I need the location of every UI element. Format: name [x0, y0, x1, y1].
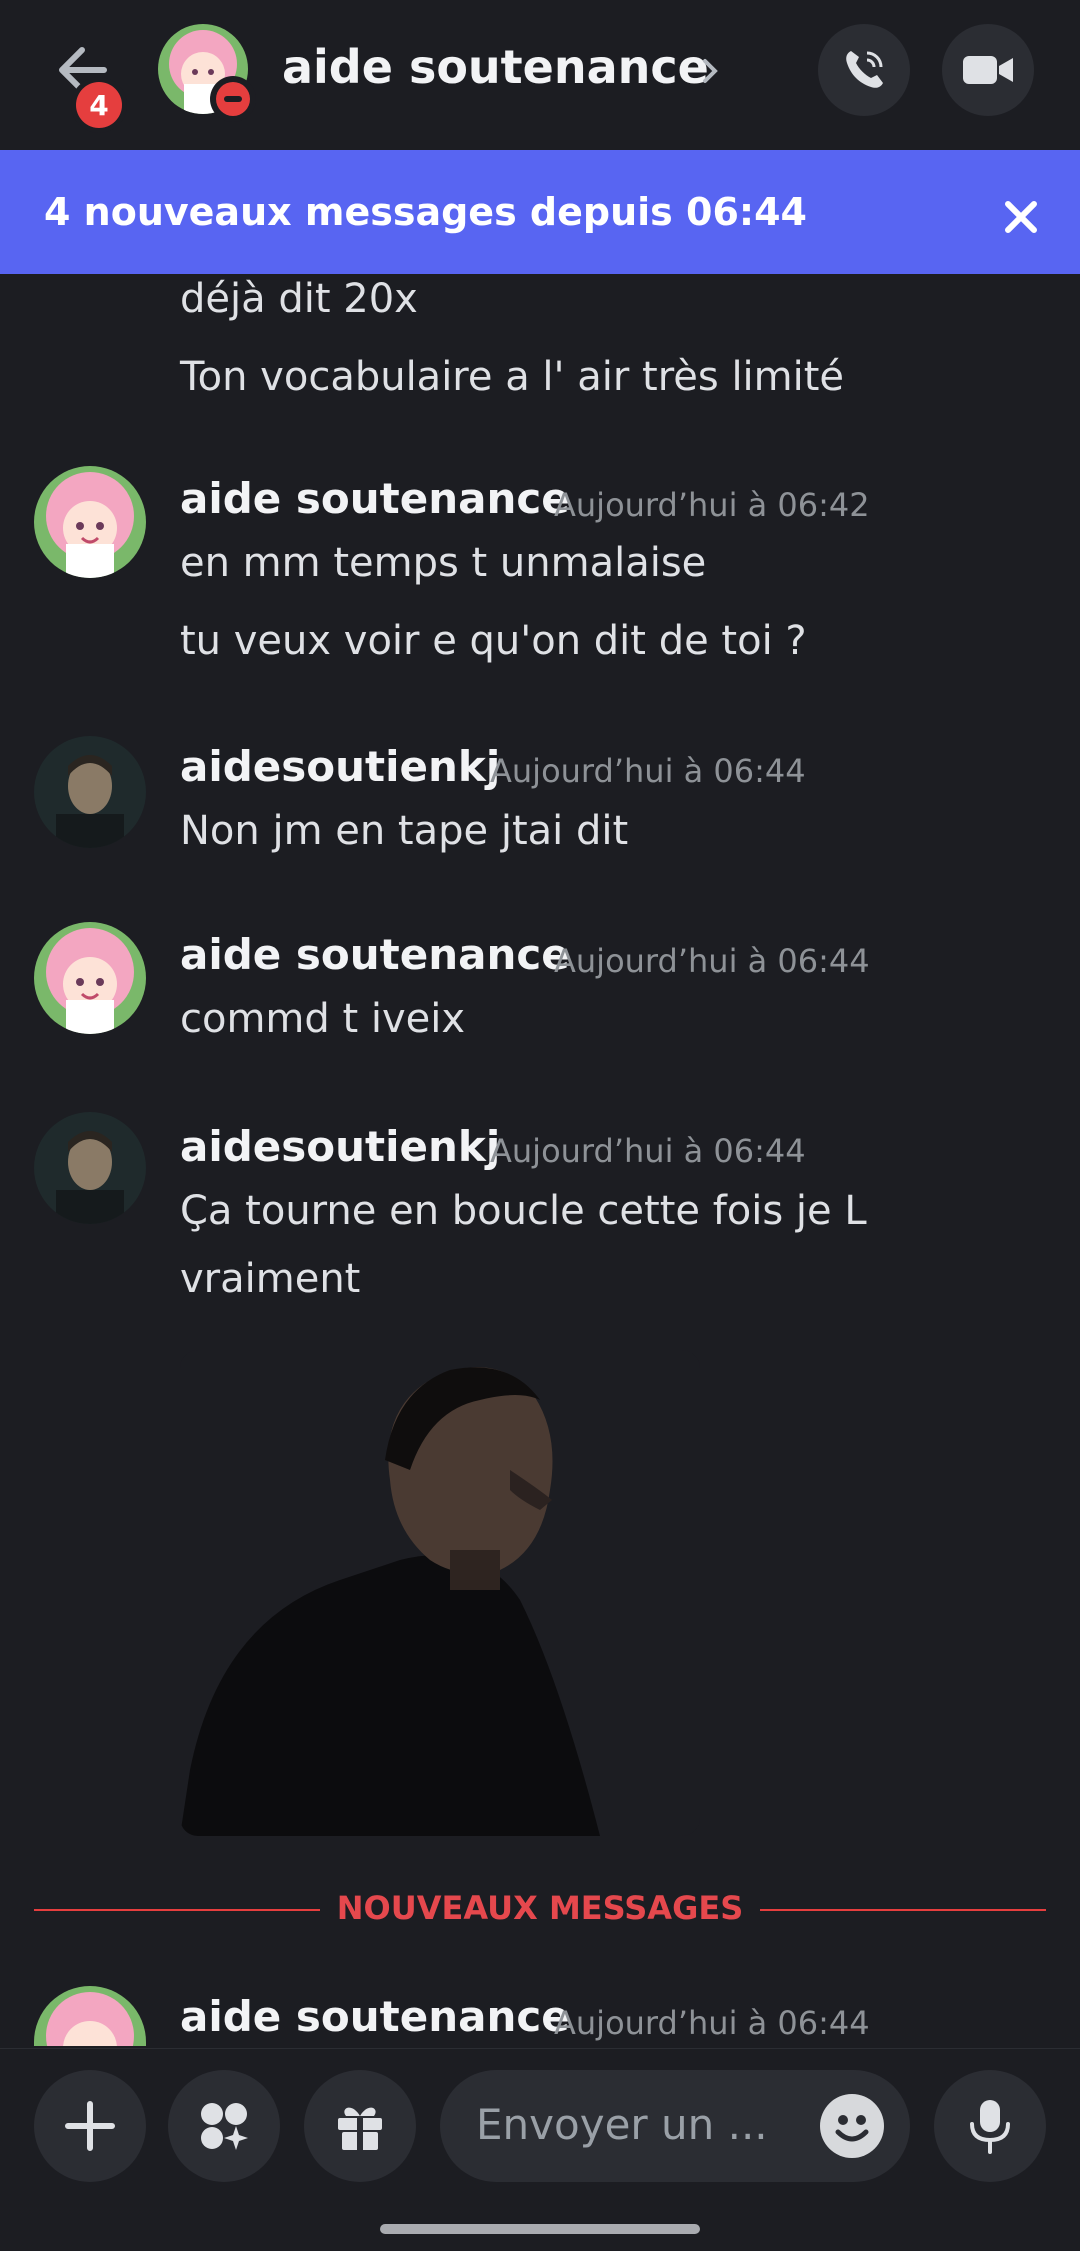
- avatar[interactable]: [34, 922, 146, 1034]
- message-author[interactable]: aide soutenance: [180, 1992, 570, 2041]
- message-text: Ça tourne en boucle cette fois je L: [180, 1188, 867, 1234]
- message-timestamp: Aujourd’hui à 06:44: [490, 1132, 806, 1170]
- plus-icon: [65, 2101, 115, 2151]
- avatar[interactable]: [34, 466, 146, 578]
- avatar[interactable]: [34, 736, 146, 848]
- x-icon: [1005, 201, 1037, 233]
- emoji-button[interactable]: [820, 2094, 884, 2158]
- apps-button[interactable]: [168, 2070, 280, 2182]
- message-timestamp: Aujourd’hui à 06:44: [490, 752, 806, 790]
- message-text: déjà dit 20x: [180, 276, 418, 322]
- avatar[interactable]: [34, 1112, 146, 1224]
- new-messages-divider-label: NOUVEAUX MESSAGES: [336, 1889, 744, 1927]
- smiley-icon: [835, 2115, 869, 2142]
- anime-girl-avatar-image: [34, 1986, 146, 2046]
- message-input[interactable]: Envoyer un ...: [440, 2070, 910, 2182]
- video-call-button[interactable]: [942, 24, 1034, 116]
- anime-girl-avatar-image: [34, 922, 146, 1034]
- message-text: Ton vocabulaire a l' air très limité: [180, 354, 845, 400]
- video-camera-icon: [963, 56, 1013, 84]
- message-input-placeholder: Envoyer un ...: [476, 2100, 768, 2149]
- message-text: Non jm en tape jtai dit: [180, 808, 629, 854]
- phone-icon: [846, 51, 883, 88]
- message-timestamp: Aujourd’hui à 06:44: [554, 2004, 870, 2042]
- gift-button[interactable]: [304, 2070, 416, 2182]
- microphone-icon: [970, 2100, 1010, 2154]
- gift-icon: [338, 2107, 382, 2150]
- sparkle-apps-icon: [201, 2103, 248, 2150]
- message-text: vraiment: [180, 1256, 361, 1302]
- home-indicator[interactable]: [380, 2224, 700, 2234]
- message-author[interactable]: aidesoutienkj: [180, 1122, 500, 1171]
- message-author[interactable]: aidesoutienkj: [180, 742, 500, 791]
- banner-text: 4 nouveaux messages depuis 06:44: [44, 190, 807, 234]
- page-title[interactable]: aide soutenance: [282, 40, 709, 94]
- anime-girl-avatar-image: [34, 466, 146, 578]
- message-text: en mm temps t unmalaise: [180, 540, 707, 586]
- man-in-hoodie-gif-image: [180, 1350, 700, 1836]
- man-portrait-avatar-image: [34, 1112, 146, 1224]
- do-not-disturb-status-icon: [216, 82, 250, 116]
- avatar[interactable]: [34, 1986, 146, 2046]
- add-attachment-button[interactable]: [34, 2070, 146, 2182]
- chevron-right-icon: [703, 59, 718, 83]
- man-portrait-avatar-image: [34, 736, 146, 848]
- new-messages-divider-line: [34, 1909, 320, 1911]
- message-timestamp: Aujourd’hui à 06:44: [554, 942, 870, 980]
- close-banner-button[interactable]: [996, 192, 1046, 242]
- message-author[interactable]: aide soutenance: [180, 474, 570, 523]
- message-author[interactable]: aide soutenance: [180, 930, 570, 979]
- voice-message-button[interactable]: [934, 2070, 1046, 2182]
- message-text: commd t iveix: [180, 996, 466, 1042]
- gif-attachment[interactable]: [180, 1350, 700, 1836]
- unread-badge: 4: [76, 82, 122, 128]
- voice-call-button[interactable]: [818, 24, 910, 116]
- chat-header: 4 aide soutenance: [0, 0, 1080, 151]
- message-text: tu veux voir e qu'on dit de toi ?: [180, 618, 807, 664]
- new-messages-divider-line: [760, 1909, 1046, 1911]
- new-messages-banner[interactable]: 4 nouveaux messages depuis 06:44: [0, 150, 1080, 274]
- message-timestamp: Aujourd’hui à 06:42: [554, 486, 870, 524]
